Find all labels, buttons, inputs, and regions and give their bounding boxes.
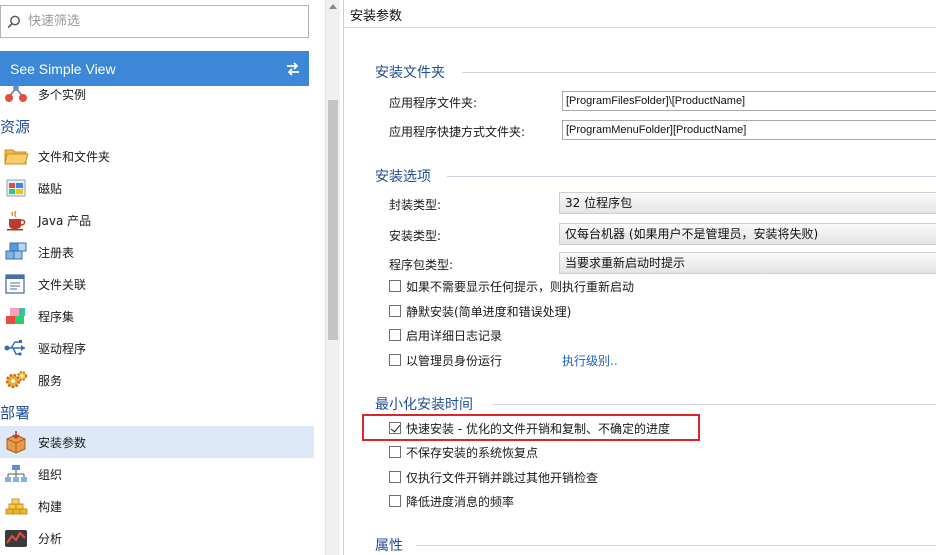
gears-icon <box>5 371 27 389</box>
no-restore-point-checkbox[interactable] <box>389 446 401 458</box>
silent-install-checkbox-label: 静默安装(简单进度和错误处理) <box>406 304 572 319</box>
section-install-options: 安装选项 <box>375 169 431 185</box>
reduce-progress-checkbox-label: 降低进度消息的频率 <box>406 494 515 509</box>
sidebar-item-files-folders[interactable]: 文件和文件夹 <box>0 140 314 172</box>
shortcut-folder-input[interactable] <box>562 120 936 140</box>
silent-install-option[interactable]: 静默安装(简单进度和错误处理) <box>389 302 571 320</box>
sidebar-item-multi-instance[interactable]: 多个实例 <box>0 86 314 110</box>
sidebar-item-services[interactable]: 服务 <box>0 364 314 396</box>
silent-install-checkbox[interactable] <box>389 305 401 317</box>
shortcut-folder-label: 应用程序快捷方式文件夹: <box>389 125 526 139</box>
sidebar-item-organization[interactable]: 组织 <box>0 458 314 490</box>
sidebar-item-label: 多个实例 <box>38 88 87 102</box>
run-as-admin-option[interactable]: 以管理员身份运行 <box>389 351 502 369</box>
no-restore-point-option[interactable]: 不保存安装的系统恢复点 <box>389 443 538 461</box>
package-type-label: 封装类型: <box>389 198 442 212</box>
sidebar-item-assemblies[interactable]: 程序集 <box>0 300 314 332</box>
section-divider <box>416 545 936 546</box>
reboot-checkbox[interactable] <box>389 280 401 292</box>
fast-install-checkbox[interactable] <box>389 422 401 434</box>
assembly-blocks-icon <box>6 308 25 324</box>
section-divider <box>447 176 936 177</box>
verbose-log-checkbox-label: 启用详细日志记录 <box>406 328 503 343</box>
reboot-option[interactable]: 如果不需要显示任何提示，则执行重新启动 <box>389 277 634 295</box>
analysis-chart-icon <box>5 530 27 547</box>
package-kind-label: 程序包类型: <box>389 258 454 272</box>
fast-install-option[interactable]: 快速安装 - 优化的文件开销和复制、不确定的进度 <box>389 419 670 437</box>
sidebar-nav-list: 多个实例 资源 文件和文件夹 磁贴 Java 产品 注册表 文件关联 程序集 驱… <box>0 86 325 555</box>
run-as-admin-checkbox-label: 以管理员身份运行 <box>406 353 503 368</box>
sidebar-item-java[interactable]: Java 产品 <box>0 204 314 236</box>
execution-level-link[interactable]: 执行级别.. <box>562 352 618 369</box>
install-box-icon <box>6 431 26 454</box>
section-minimal-install-time: 最小化安装时间 <box>375 397 473 413</box>
reduce-progress-checkbox[interactable] <box>389 495 401 507</box>
reboot-checkbox-label: 如果不需要显示任何提示，则执行重新启动 <box>406 279 635 294</box>
usb-driver-icon <box>4 340 25 356</box>
sidebar-item-label: 驱动程序 <box>38 342 87 356</box>
sidebar-item-label: 文件关联 <box>38 278 87 292</box>
sidebar-item-label: 注册表 <box>38 246 75 260</box>
swap-arrows-icon <box>287 61 299 76</box>
quick-filter-input[interactable] <box>28 14 308 29</box>
group-deploy: 部署 <box>0 404 31 422</box>
package-type-select[interactable]: 32 位程序包 <box>559 192 936 214</box>
costing-only-option[interactable]: 仅执行文件开销并跳过其他开销检查 <box>389 468 598 486</box>
multi-instance-icon <box>5 86 27 102</box>
costing-only-checkbox-label: 仅执行文件开销并跳过其他开销检查 <box>406 470 599 485</box>
section-divider <box>492 404 936 405</box>
sidebar-item-label: 服务 <box>38 374 63 388</box>
costing-only-checkbox[interactable] <box>389 471 401 483</box>
java-cup-icon <box>7 210 26 231</box>
build-bricks-icon <box>5 498 28 515</box>
org-chart-icon <box>5 465 27 482</box>
app-folder-input[interactable] <box>562 91 936 111</box>
sidebar-item-registry[interactable]: 注册表 <box>0 236 314 268</box>
sidebar-item-label: 磁贴 <box>38 182 63 196</box>
reduce-progress-option[interactable]: 降低进度消息的频率 <box>389 492 514 510</box>
tiles-icon <box>6 179 26 197</box>
group-resources: 资源 <box>0 118 31 136</box>
section-divider <box>462 72 936 73</box>
sidebar-item-file-association[interactable]: 文件关联 <box>0 268 314 300</box>
registry-cubes-icon <box>5 242 27 260</box>
sidebar-item-tiles[interactable]: 磁贴 <box>0 172 314 204</box>
sidebar-scrollbar[interactable] <box>325 0 340 555</box>
run-as-admin-checkbox[interactable] <box>389 354 401 366</box>
install-type-label: 安装类型: <box>389 229 442 243</box>
search-icon <box>7 15 20 28</box>
scroll-up-arrow-icon[interactable] <box>329 4 337 9</box>
install-parameters-panel: 安装参数 安装文件夹 应用程序文件夹: 应用程序快捷方式文件夹: 安装选项 封装… <box>344 0 936 555</box>
simple-view-label: See Simple View <box>10 60 116 77</box>
install-type-select[interactable]: 仅每台机器 (如果用户不是管理员，安装将失败) <box>559 223 936 245</box>
no-restore-point-checkbox-label: 不保存安装的系统恢复点 <box>406 445 539 460</box>
quick-filter-box[interactable] <box>0 5 309 38</box>
sidebar-item-label: 分析 <box>38 532 63 546</box>
app-folder-label: 应用程序文件夹: <box>389 96 478 110</box>
sidebar-item-label: Java 产品 <box>38 214 92 228</box>
folder-icon <box>4 149 29 165</box>
panel-header: 安装参数 <box>344 0 936 28</box>
sidebar-item-analysis[interactable]: 分析 <box>0 522 314 554</box>
verbose-log-checkbox[interactable] <box>389 329 401 341</box>
package-kind-select[interactable]: 当要求重新启动时提示 <box>559 252 936 274</box>
sidebar-item-label: 安装参数 <box>38 436 87 450</box>
sidebar: See Simple View 多个实例 资源 文件和文件夹 <box>0 0 340 555</box>
sidebar-item-drivers[interactable]: 驱动程序 <box>0 332 314 364</box>
panel-title: 安装参数 <box>350 9 403 24</box>
sidebar-item-install-parameters[interactable]: 安装参数 <box>0 426 314 458</box>
scrollbar-thumb[interactable] <box>328 100 338 340</box>
verbose-log-option[interactable]: 启用详细日志记录 <box>389 326 502 344</box>
section-install-folder: 安装文件夹 <box>375 65 445 81</box>
sidebar-item-label: 程序集 <box>38 310 75 324</box>
sidebar-item-label: 组织 <box>38 468 63 482</box>
sidebar-item-label: 文件和文件夹 <box>38 150 111 164</box>
section-properties: 属性 <box>375 538 403 554</box>
sidebar-item-build[interactable]: 构建 <box>0 490 314 522</box>
see-simple-view-button[interactable]: See Simple View <box>0 51 309 86</box>
sidebar-item-label: 构建 <box>38 500 63 514</box>
fast-install-checkbox-label: 快速安装 - 优化的文件开销和复制、不确定的进度 <box>406 421 670 436</box>
file-association-icon <box>5 274 25 294</box>
